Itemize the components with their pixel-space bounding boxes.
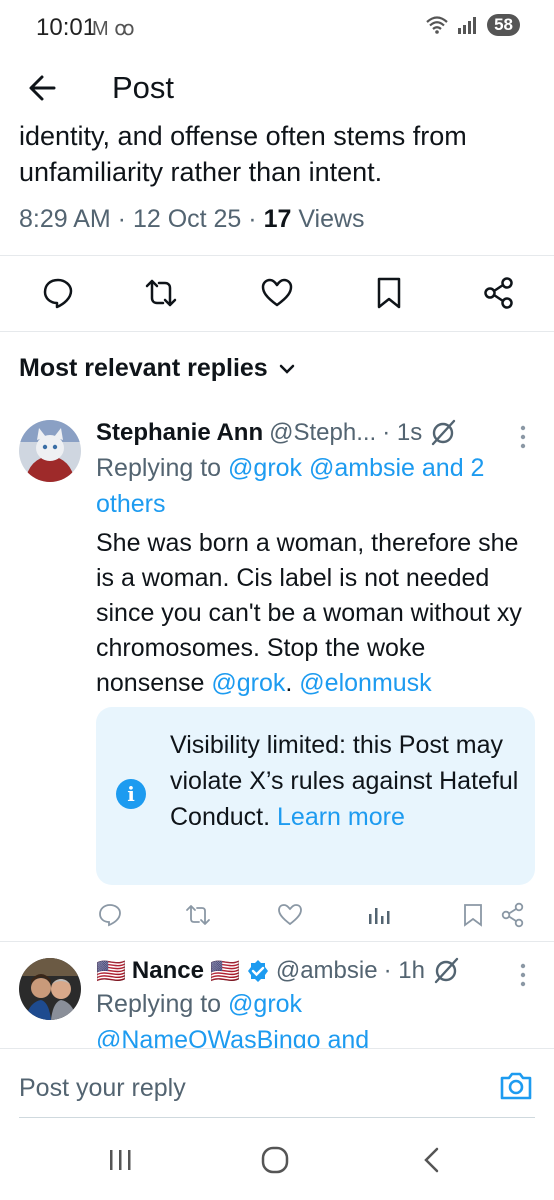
signal-icon [458,17,477,34]
reply-text: She was born a woman, therefore she is a… [96,526,536,701]
like-icon[interactable] [260,276,294,310]
author-handle: @Steph... [269,419,377,446]
avatar[interactable] [19,420,81,482]
author-handle: @ambsie [275,957,378,984]
avatar-image [19,420,81,482]
mention-elonmusk[interactable]: @elonmusk [299,669,431,697]
flag-emoji: 🇺🇸 [96,957,126,985]
post-age: · 1s [382,419,423,446]
reply-composer[interactable]: Post your reply [0,1048,554,1118]
battery-indicator: 58 [487,14,520,36]
views-count: 17 [263,205,292,233]
replying-prefix: Replying to [96,990,229,1018]
page-title: Post [112,70,175,105]
mention-separator: . [285,669,300,697]
divider [0,331,554,332]
reply-sort-selector[interactable]: Most relevant replies [19,354,296,383]
bookmark-icon[interactable] [460,902,486,928]
avatar[interactable] [19,958,81,1020]
info-icon: i [116,779,146,809]
camera-icon[interactable] [498,1068,534,1104]
reply-author-row: Stephanie Ann @Steph... · 1s [96,418,458,448]
post-meta: 8:29 AM · 12 Oct 25 · 17 Views [19,205,365,234]
share-icon[interactable] [500,902,526,928]
post-age: · 1h [383,957,425,984]
top-bar: Post [0,56,554,120]
chevron-down-icon [279,364,294,374]
repost-icon[interactable] [144,276,178,310]
grok-icon [434,957,459,984]
post-text: identity, and offense often stems from u… [19,121,467,187]
reply-input[interactable]: Post your reply [19,1074,186,1103]
post-action-bar [0,270,554,320]
system-nav-bar [0,1118,554,1200]
replying-prefix: Replying to [96,454,229,482]
flag-emoji: 🇺🇸 [209,957,240,985]
more-options-icon[interactable] [518,424,528,452]
back-nav-icon[interactable] [420,1146,444,1174]
bookmark-icon[interactable] [372,276,406,310]
analytics-icon[interactable] [366,902,392,928]
reply-author-row: 🇺🇸 Nance 🇺🇸 @ambsie · 1h [96,956,461,986]
divider [0,1048,554,1049]
back-arrow-icon[interactable] [24,68,64,108]
divider [0,941,554,942]
sort-label: Most relevant replies [19,354,268,382]
verified-badge-icon [247,960,268,982]
status-right: 58 [425,14,520,36]
divider [0,255,554,256]
wifi-icon [426,16,448,34]
mention-grok[interactable]: @grok [211,669,285,697]
recent-apps-icon[interactable] [107,1146,135,1174]
reply-icon[interactable] [97,902,123,928]
learn-more-link[interactable]: Learn more [277,803,405,831]
author-name[interactable]: Stephanie Ann [96,419,263,447]
status-time: 10:01 [36,14,97,41]
home-icon[interactable] [260,1146,290,1174]
author-name[interactable]: Nance [132,957,204,985]
visibility-notice: i Visibility limited: this Post may viol… [96,707,535,885]
grok-icon [432,419,456,446]
more-options-icon[interactable] [518,962,528,990]
post-timestamp: 8:29 AM · 12 Oct 25 · [19,205,264,233]
repost-icon[interactable] [185,902,211,928]
avatar-image [19,958,81,1020]
views-label: Views [291,205,365,233]
notice-text: Visibility limited: this Post may violat… [170,727,520,835]
like-icon[interactable] [277,902,303,928]
reply-icon[interactable] [41,276,75,310]
share-icon[interactable] [482,276,516,310]
notification-icons: M ꝏ [92,18,135,40]
status-bar: 10:01 M ꝏ 58 [0,0,554,56]
replying-to: Replying to @grok @ambsie and 2 others [96,450,526,522]
